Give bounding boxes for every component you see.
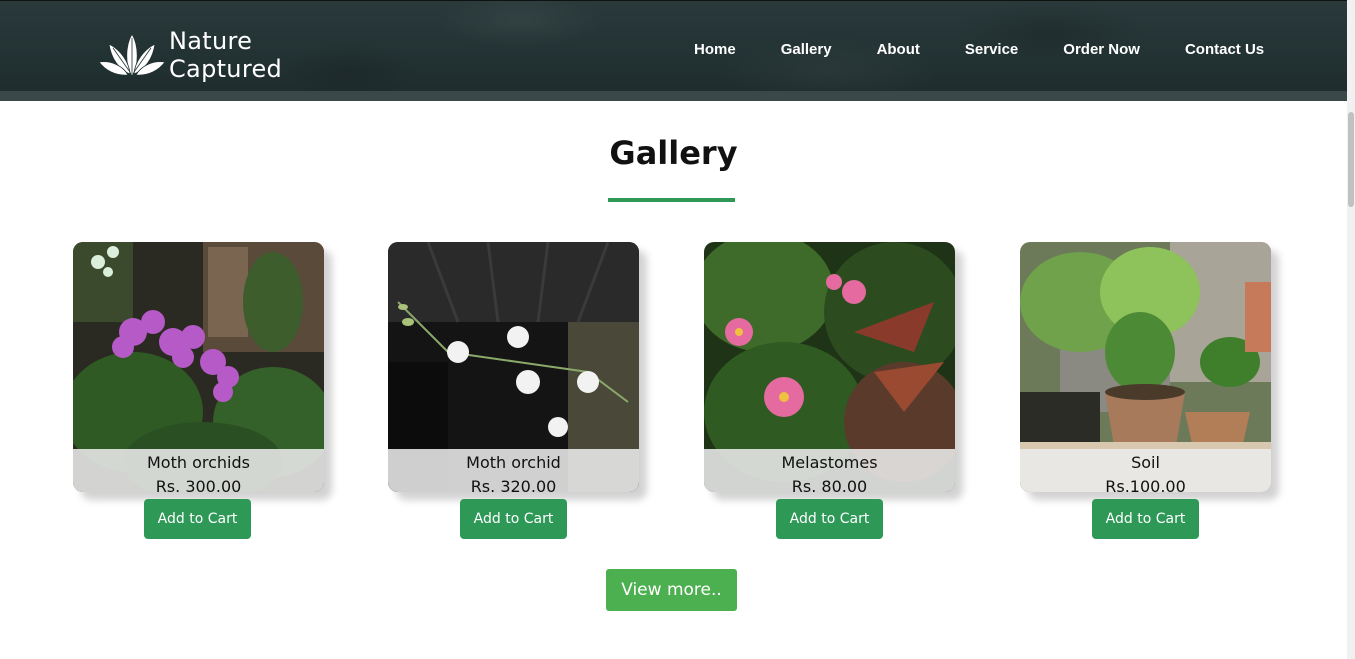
product-price: Rs. 80.00 <box>791 477 868 496</box>
product-price: Rs. 320.00 <box>470 477 557 496</box>
brand-line2: Captured <box>169 55 283 83</box>
product-name: Soil <box>1131 453 1160 472</box>
main-nav: Home Gallery About Service Order Now Con… <box>694 41 1264 58</box>
gallery-title: Gallery <box>609 134 738 172</box>
product-name: Moth orchid <box>466 453 561 472</box>
product-name: Melastomes <box>781 453 878 472</box>
nav-about[interactable]: About <box>877 41 920 58</box>
scrollbar-thumb[interactable] <box>1348 112 1354 207</box>
gallery-card[interactable]: Moth orchid <box>388 242 639 492</box>
nav-service[interactable]: Service <box>965 41 1018 58</box>
add-to-cart-button[interactable]: Add to Cart <box>460 499 567 539</box>
nav-gallery[interactable]: Gallery <box>781 41 832 58</box>
add-to-cart-button[interactable]: Add to Cart <box>776 499 883 539</box>
add-to-cart-button[interactable]: Add to Cart <box>1092 499 1199 539</box>
brand-line1: Nature <box>169 27 253 55</box>
nav-contact-us[interactable]: Contact Us <box>1185 41 1264 58</box>
view-more-button[interactable]: View more.. <box>606 569 737 611</box>
product-price: Rs.100.00 <box>1105 477 1186 496</box>
title-underline <box>608 198 735 202</box>
nav-order-now[interactable]: Order Now <box>1063 41 1140 58</box>
product-price: Rs. 300.00 <box>155 477 242 496</box>
brand-name: Nature Captured <box>169 27 282 83</box>
nav-home[interactable]: Home <box>694 41 736 58</box>
product-name: Moth orchids <box>147 453 250 472</box>
site-header: Nature Captured Home Gallery About Servi… <box>0 0 1347 101</box>
page-scrollbar[interactable] <box>1347 0 1355 659</box>
add-to-cart-button[interactable]: Add to Cart <box>144 499 251 539</box>
gallery-card[interactable]: Melastomes <box>704 242 955 492</box>
gallery-card[interactable]: Soil <box>1020 242 1271 492</box>
brand-logo[interactable]: Nature Captured <box>97 25 297 85</box>
gallery-card[interactable]: Moth orchids <box>73 242 324 492</box>
leaf-logo-icon <box>98 33 166 77</box>
